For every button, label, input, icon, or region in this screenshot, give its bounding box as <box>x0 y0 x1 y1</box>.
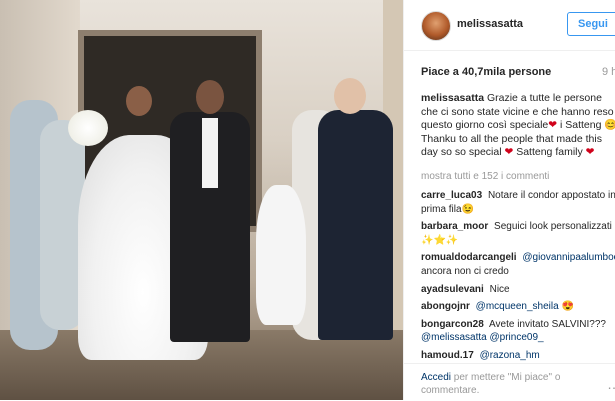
comment-username[interactable]: abongojnr <box>421 301 470 312</box>
follow-button[interactable]: Segui <box>567 12 615 36</box>
comment-row: abongojnr @mcqueen_sheila 😍 <box>421 300 615 314</box>
more-dots-icon[interactable]: … <box>607 376 615 392</box>
comment-row: hamoud.17 @razona_hm <box>421 349 615 363</box>
comment-text: Nice <box>489 283 510 295</box>
comment-mention[interactable]: @mcqueen_sheila <box>476 301 559 312</box>
heart-icon: ❤ <box>548 119 558 131</box>
comment-row: romualdodarcangeli @giovannipaalumboo an… <box>421 251 615 278</box>
comment-username[interactable]: bongarcon28 <box>421 319 484 330</box>
caption-text-2: i Satteng <box>559 119 602 131</box>
comment-username[interactable]: carre_luca03 <box>421 190 482 201</box>
avatar-icon[interactable] <box>421 11 451 41</box>
comment-row: barbara_moor Seguici look personalizzati… <box>421 220 615 247</box>
post-photo <box>0 0 403 400</box>
smile-icon: 😊 <box>604 119 615 131</box>
photo-bride-head <box>126 86 152 116</box>
comments-list: carre_luca03 Notare il condor appostato … <box>421 189 615 367</box>
heart-icon-2: ❤ <box>504 146 514 158</box>
comment-username[interactable]: romualdodarcangeli <box>421 252 517 263</box>
caption-text-4: Satteng family <box>516 146 583 158</box>
post-header: melissasatta Segui <box>404 0 615 51</box>
comment-mention[interactable]: @melissasatta @prince09_ <box>421 332 544 343</box>
comment-username[interactable]: hamoud.17 <box>421 350 474 361</box>
comment-row: ayadsulevani Nice <box>421 283 615 297</box>
comment-row: bongarcon28 Avete invitato SALVINI??? @m… <box>421 318 615 345</box>
photo-groom-head <box>196 80 224 114</box>
post-footer: Accedi per mettere "Mi piace" o commenta… <box>404 363 615 401</box>
comment-text: Avete invitato SALVINI??? <box>489 318 606 330</box>
caption-username[interactable]: melissasatta <box>421 92 484 104</box>
comment-username[interactable]: ayadsulevani <box>421 284 484 295</box>
likes-count[interactable]: Piace a 40,7mila persone <box>421 66 551 78</box>
show-all-comments-link[interactable]: mostra tutti e 152 i commenti <box>421 171 549 182</box>
photo-groom-shirt <box>202 118 218 188</box>
comment-mention[interactable]: @giovannipaalumboo <box>522 252 615 263</box>
post-side-panel: melissasatta Segui Piace a 40,7mila pers… <box>403 0 615 401</box>
comment-row: carre_luca03 Notare il condor appostato … <box>421 189 615 216</box>
photo-older-man-suit <box>318 110 393 340</box>
photo-flower-girl <box>256 185 306 325</box>
comment-mention[interactable]: @razona_hm <box>480 350 540 361</box>
post-time: 9 h <box>602 66 615 78</box>
photo-older-man-head <box>334 78 366 114</box>
comment-username[interactable]: barbara_moor <box>421 221 488 232</box>
login-prompt: Accedi per mettere "Mi piace" o commenta… <box>421 372 601 397</box>
heart-icon-3: ❤ <box>585 146 595 158</box>
comment-text: ancora non ci credo <box>421 265 509 277</box>
post-caption: melissasatta Grazie a tutte le persone c… <box>421 92 615 160</box>
header-username[interactable]: melissasatta <box>457 18 523 30</box>
login-link[interactable]: Accedi <box>421 372 451 383</box>
photo-bouquet <box>68 110 108 146</box>
comment-text: 😍 <box>561 301 574 313</box>
